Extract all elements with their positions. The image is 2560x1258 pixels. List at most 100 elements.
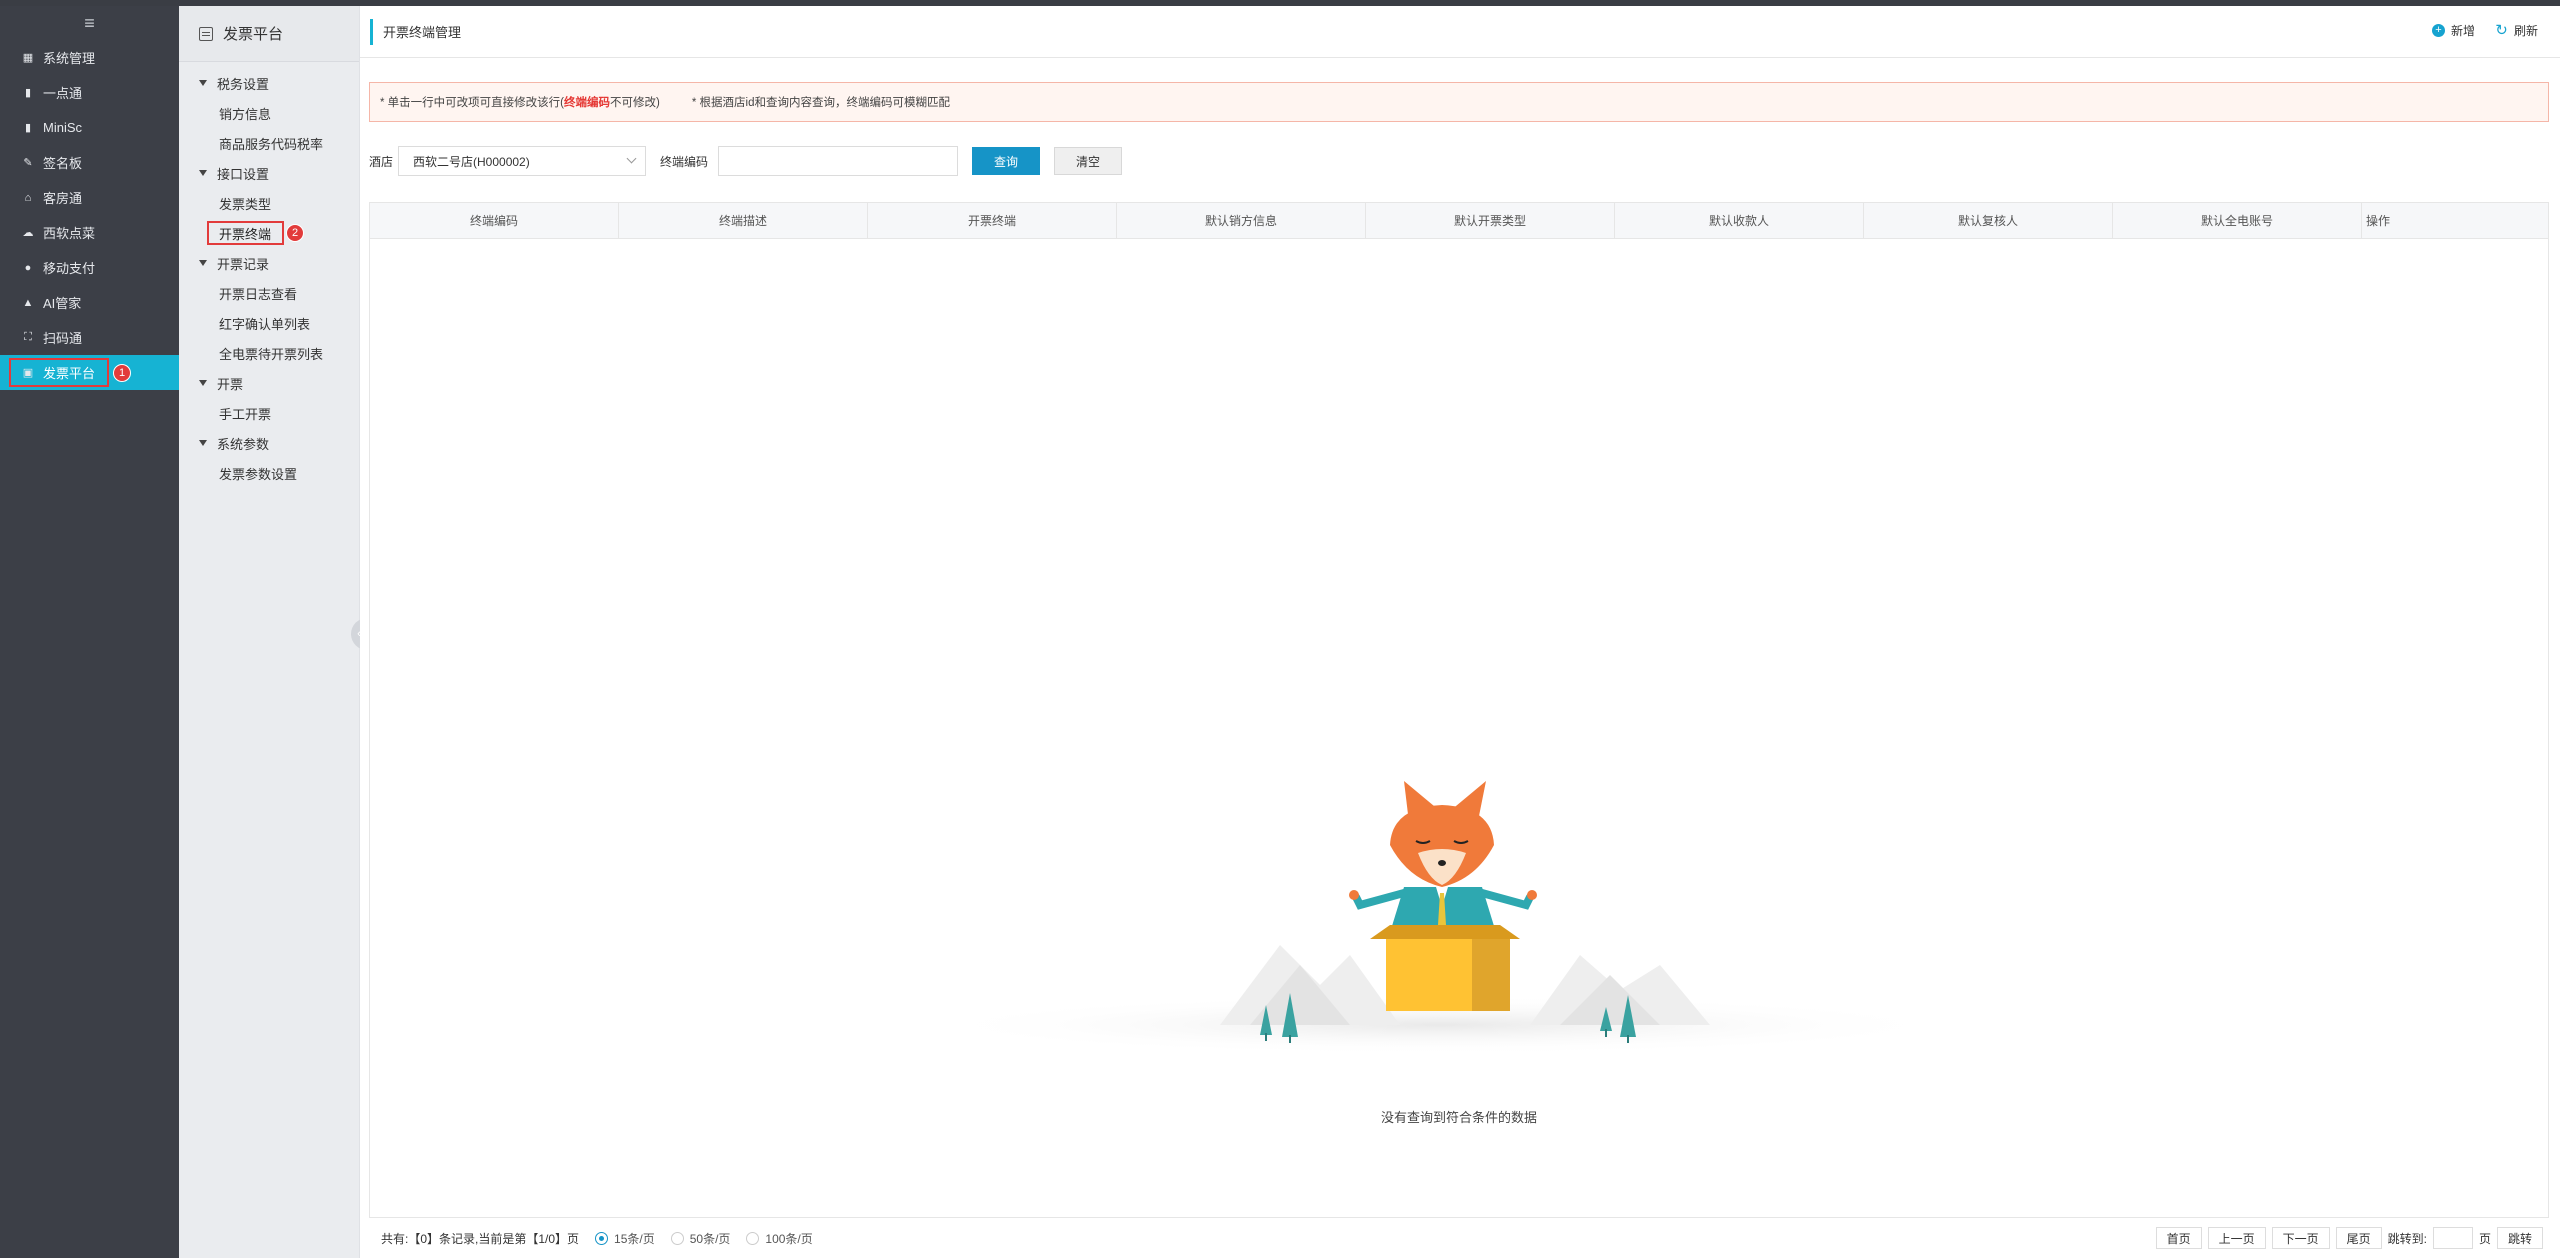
nav-item-mobile-pay[interactable]: ● 移动支付 <box>0 250 179 285</box>
nav-item-label: 西软点菜 <box>43 226 96 241</box>
column-header[interactable]: 终端编码 <box>370 203 619 238</box>
menu-invoice-terminal[interactable]: 开票终端 2 <box>179 218 359 248</box>
main-content: 开票终端管理 + 新增 ↻ 刷新 * 单击一行中可改项可直接修改该行(终端编码不… <box>360 6 2560 1258</box>
empty-fox-illustration <box>920 781 1960 1055</box>
pen-icon: ✎ <box>23 157 33 169</box>
menu-invoice-params[interactable]: 发票参数设置 <box>179 458 359 488</box>
main-sidebar: ≡ ▦ 系统管理 ▮ 一点通 ▮ MiniSc ✎ 签名板 ⌂ 客房通 ☁ 西软… <box>0 6 179 1258</box>
page-size-100[interactable]: 100条/页 <box>746 1230 813 1247</box>
invoice-icon <box>199 26 213 41</box>
last-page-button[interactable]: 尾页 <box>2335 1227 2382 1249</box>
radio-label: 100条/页 <box>765 1231 813 1246</box>
step-badge-2: 2 <box>286 224 304 242</box>
prev-page-button[interactable]: 上一页 <box>2207 1227 2266 1249</box>
nav-item-room[interactable]: ⌂ 客房通 <box>0 180 179 215</box>
cloud-icon: ☁ <box>22 227 34 239</box>
nav-item-label: 移动支付 <box>43 261 96 276</box>
bar-chart-icon: ▮ <box>24 122 32 134</box>
notice-text-1: * 单击一行中可改项可直接修改该行( <box>380 97 564 109</box>
nav-item-order[interactable]: ☁ 西软点菜 <box>0 215 179 250</box>
page-header: 开票终端管理 + 新增 ↻ 刷新 <box>360 6 2560 58</box>
refresh-icon: ↻ <box>2495 22 2508 39</box>
first-page-button[interactable]: 首页 <box>2155 1227 2202 1249</box>
sub-sidebar: 发票平台 税务设置 销方信息 商品服务代码税率 接口设置 发票类型 开票终端 2… <box>179 6 367 1258</box>
column-header[interactable]: 默认复核人 <box>1864 203 2113 238</box>
page-unit-label: 页 <box>2478 1231 2491 1246</box>
group-interface-settings[interactable]: 接口设置 <box>179 158 359 188</box>
home-icon: ⌂ <box>24 191 32 204</box>
menu-invoice-log[interactable]: 开票日志查看 <box>179 278 359 308</box>
query-button[interactable]: 查询 <box>972 147 1041 175</box>
hotel-select[interactable]: 西软二号店(H000002) <box>398 146 647 176</box>
notice-text-3: * 根据酒店id和查询内容查询，终端编码可模糊匹配 <box>691 97 950 109</box>
radio-icon <box>746 1231 760 1245</box>
page-size-15[interactable]: 15条/页 <box>595 1230 655 1247</box>
grid-icon: ▦ <box>22 52 34 64</box>
page-title: 开票终端管理 <box>383 25 462 40</box>
nav-item-invoice[interactable]: ▣ 发票平台 1 <box>0 355 179 390</box>
notice-text-2: 不可修改) <box>610 97 660 109</box>
title-accent-bar <box>370 18 373 45</box>
caret-down-icon <box>199 440 207 446</box>
nav-item-signature[interactable]: ✎ 签名板 <box>0 145 179 180</box>
group-tax-settings[interactable]: 税务设置 <box>179 68 359 98</box>
step-badge-1: 1 <box>113 364 131 382</box>
record-count: 共有:【0】条记录,当前是第【1/0】页 <box>381 1231 580 1246</box>
nav-item-minisc[interactable]: ▮ MiniSc <box>0 110 179 145</box>
menu-toggle-icon[interactable]: ≡ <box>0 6 179 40</box>
data-table: 终端编码 终端描述 开票终端 默认销方信息 默认开票类型 默认收款人 默认复核人… <box>369 202 2549 1218</box>
nav-item-scan[interactable]: ⛶ 扫码通 <box>0 320 179 355</box>
caret-down-icon <box>199 170 207 176</box>
menu-invoice-type[interactable]: 发票类型 <box>179 188 359 218</box>
sub-sidebar-title-text: 发票平台 <box>223 26 284 43</box>
column-header[interactable]: 默认全电账号 <box>2113 203 2362 238</box>
group-label: 系统参数 <box>217 436 270 452</box>
clear-button[interactable]: 清空 <box>1054 147 1123 175</box>
notice-highlight: 终端编码 <box>564 97 610 109</box>
radio-icon <box>670 1231 684 1245</box>
nav-item-label: MiniSc <box>43 120 83 135</box>
group-invoicing[interactable]: 开票 <box>179 368 359 398</box>
menu-tax-code-rate[interactable]: 商品服务代码税率 <box>179 128 359 158</box>
column-header[interactable]: 终端描述 <box>619 203 868 238</box>
group-label: 税务设置 <box>217 76 270 92</box>
group-system-params[interactable]: 系统参数 <box>179 428 359 458</box>
group-label: 开票记录 <box>217 256 270 272</box>
column-header[interactable]: 默认开票类型 <box>1366 203 1615 238</box>
add-label: 新增 <box>2450 24 2475 38</box>
column-header[interactable]: 默认销方信息 <box>1117 203 1366 238</box>
refresh-button[interactable]: ↻ 刷新 <box>2495 22 2538 39</box>
page-size-50[interactable]: 50条/页 <box>670 1230 731 1247</box>
nav-item-system[interactable]: ▦ 系统管理 <box>0 40 179 75</box>
header-actions: + 新增 ↻ 刷新 <box>2431 22 2538 39</box>
radio-icon <box>595 1231 609 1245</box>
group-label: 开票 <box>217 376 244 392</box>
radio-label: 50条/页 <box>689 1231 731 1246</box>
caret-down-icon <box>199 260 207 266</box>
info-icon: ● <box>24 261 32 274</box>
terminal-code-label: 终端编码 <box>660 154 709 169</box>
group-invoice-records[interactable]: 开票记录 <box>179 248 359 278</box>
menu-seller-info[interactable]: 销方信息 <box>179 98 359 128</box>
column-header[interactable]: 开票终端 <box>868 203 1117 238</box>
terminal-code-input[interactable] <box>718 146 959 176</box>
column-header[interactable]: 默认收款人 <box>1615 203 1864 238</box>
nav-item-label: 签名板 <box>43 156 83 171</box>
jump-button[interactable]: 跳转 <box>2496 1227 2543 1249</box>
caret-down-icon <box>199 380 207 386</box>
menu-label: 开票终端 <box>219 226 272 242</box>
jump-page-input[interactable] <box>2432 1227 2473 1249</box>
nav-item-ai-butler[interactable]: ▲ AI管家 <box>0 285 179 320</box>
pagination-bar: 共有:【0】条记录,当前是第【1/0】页 15条/页 50条/页 100条/页 … <box>369 1220 2549 1256</box>
next-page-button[interactable]: 下一页 <box>2271 1227 2330 1249</box>
car-icon: ▲ <box>22 296 34 309</box>
bar-chart-icon: ▮ <box>24 87 32 99</box>
menu-pending-einvoice-list[interactable]: 全电票待开票列表 <box>179 338 359 368</box>
add-button[interactable]: + 新增 <box>2431 22 2475 39</box>
nav-item-yidiantong[interactable]: ▮ 一点通 <box>0 75 179 110</box>
pager-controls: 首页 上一页 下一页 尾页 跳转到: 页 跳转 <box>2155 1227 2543 1249</box>
menu-manual-invoice[interactable]: 手工开票 <box>179 398 359 428</box>
filter-bar: 酒店 西软二号店(H000002) 终端编码 查询 清空 <box>369 146 1123 176</box>
menu-red-confirm-list[interactable]: 红字确认单列表 <box>179 308 359 338</box>
nav-item-label: 系统管理 <box>43 51 96 66</box>
